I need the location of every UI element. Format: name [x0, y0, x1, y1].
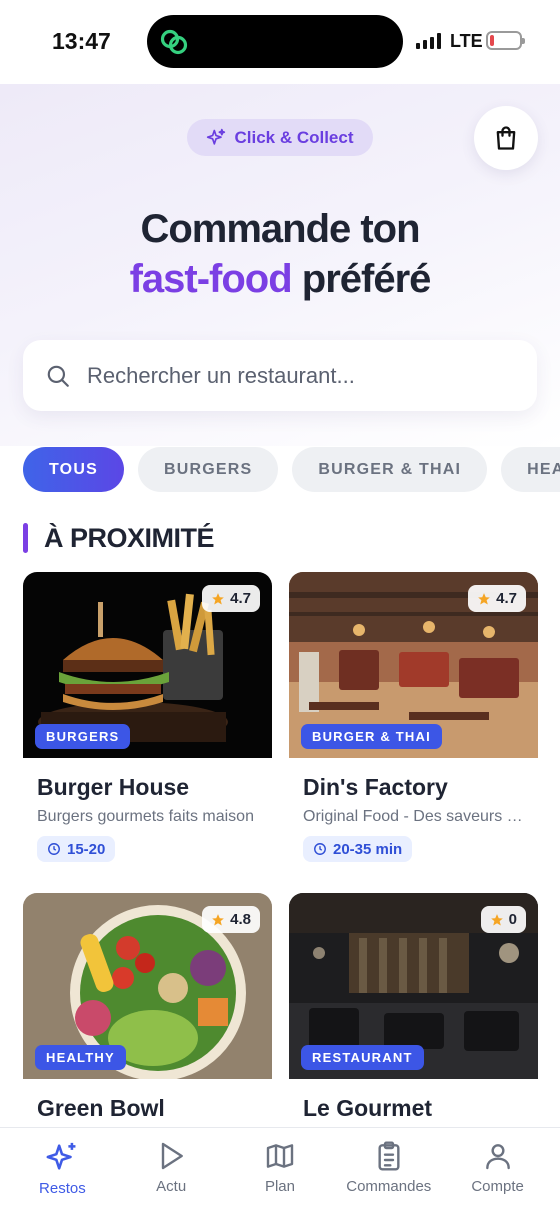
restaurant-card[interactable]: 4.7 BURGERS Burger House Burgers gourmet… — [23, 572, 272, 872]
sparkles-icon — [46, 1142, 76, 1170]
restaurant-description: Original Food - Des saveurs uniques — [303, 808, 528, 825]
nav-commandes[interactable]: Commandes — [337, 1128, 441, 1211]
cart-button[interactable] — [474, 106, 538, 170]
category-tag: BURGERS — [35, 724, 131, 749]
dynamic-island — [147, 15, 403, 68]
nav-plan[interactable]: Plan — [228, 1128, 332, 1211]
title-accent: fast-food — [129, 257, 293, 301]
nav-compte[interactable]: Compte — [446, 1128, 550, 1211]
prep-time: 15-20 — [67, 840, 106, 858]
nav-label: Compte — [471, 1178, 524, 1195]
section-header: À PROXIMITÉ — [23, 522, 215, 554]
restaurant-card[interactable]: 0 RESTAURANT Le Gourmet — [289, 893, 538, 1127]
search-icon — [47, 365, 69, 387]
chip-tous[interactable]: TOUS — [23, 447, 124, 492]
rating-value: 4.8 — [230, 911, 251, 928]
title-line-1: Commande ton — [140, 207, 420, 251]
rating-value: 4.7 — [230, 590, 251, 607]
star-icon — [478, 592, 490, 605]
chip-burger-thai[interactable]: BURGER & THAI — [292, 447, 488, 492]
status-time: 13:47 — [52, 28, 111, 54]
signal-icon — [416, 33, 441, 49]
play-icon — [161, 1142, 184, 1170]
restaurant-card[interactable]: 4.7 BURGER & THAI Din's Factory Original… — [289, 572, 538, 872]
click-collect-badge: Click & Collect — [187, 119, 373, 156]
chip-healthy[interactable]: HEALTHY — [501, 447, 560, 492]
status-bar: 13:47 LTE — [0, 0, 560, 84]
category-tag: RESTAURANT — [301, 1045, 424, 1070]
nav-label: Plan — [264, 1178, 295, 1195]
title-line-2: fast-food préféré — [0, 254, 560, 304]
restaurant-name: Burger House — [37, 774, 190, 800]
star-icon — [490, 913, 503, 926]
restaurant-name: Le Gourmet — [303, 1095, 433, 1121]
category-chips: TOUS BURGERS BURGER & THAI HEALTHY — [23, 447, 560, 492]
category-tag: BURGER & THAI — [301, 724, 442, 749]
clipboard-icon — [378, 1141, 400, 1171]
search-bar[interactable] — [23, 340, 537, 411]
clock-icon — [314, 843, 326, 855]
rating-badge: 4.8 — [202, 906, 260, 933]
user-icon — [485, 1144, 510, 1170]
rating-badge: 0 — [480, 906, 526, 933]
nav-label: Actu — [156, 1178, 187, 1195]
prep-time: 20-35 min — [333, 840, 403, 858]
search-input[interactable] — [87, 362, 507, 389]
nav-label: Restos — [39, 1180, 86, 1197]
shopping-bag-icon — [496, 126, 516, 150]
rating-value: 0 — [508, 911, 517, 928]
title-rest: préféré — [301, 257, 432, 301]
star-icon — [212, 913, 224, 926]
section-title: À PROXIMITÉ — [44, 522, 215, 553]
rating-badge: 4.7 — [468, 585, 526, 612]
nav-label: Commandes — [346, 1178, 432, 1195]
category-tag: HEALTHY — [35, 1045, 126, 1070]
restaurant-name: Din's Factory — [303, 774, 448, 800]
sparkles-icon — [207, 128, 226, 145]
network-label: LTE — [450, 31, 483, 51]
link-icon — [160, 29, 188, 55]
battery-icon — [486, 31, 525, 50]
hero-section: Click & Collect Commande ton fast-food p… — [0, 84, 560, 446]
clock-icon — [48, 843, 60, 855]
section-accent-bar — [23, 523, 28, 553]
map-icon — [266, 1144, 294, 1168]
rating-value: 4.7 — [496, 590, 517, 607]
restaurant-card[interactable]: 4.8 HEALTHY Green Bowl — [23, 893, 272, 1127]
page-title: Commande ton fast-food préféré — [0, 204, 560, 304]
nav-restos[interactable]: Restos — [10, 1128, 114, 1211]
restaurant-name: Green Bowl — [37, 1095, 165, 1121]
chip-burgers[interactable]: BURGERS — [137, 447, 279, 492]
badge-label: Click & Collect — [234, 127, 354, 147]
restaurant-description: Burgers gourmets faits maison — [37, 808, 254, 825]
star-icon — [212, 592, 224, 605]
rating-badge: 4.7 — [202, 585, 260, 612]
bottom-navigation: Restos Actu Plan Commandes Compte — [0, 1127, 560, 1211]
prep-time-badge: 15-20 — [37, 836, 116, 862]
nav-actu[interactable]: Actu — [119, 1128, 223, 1211]
prep-time-badge: 20-35 min — [303, 836, 413, 862]
